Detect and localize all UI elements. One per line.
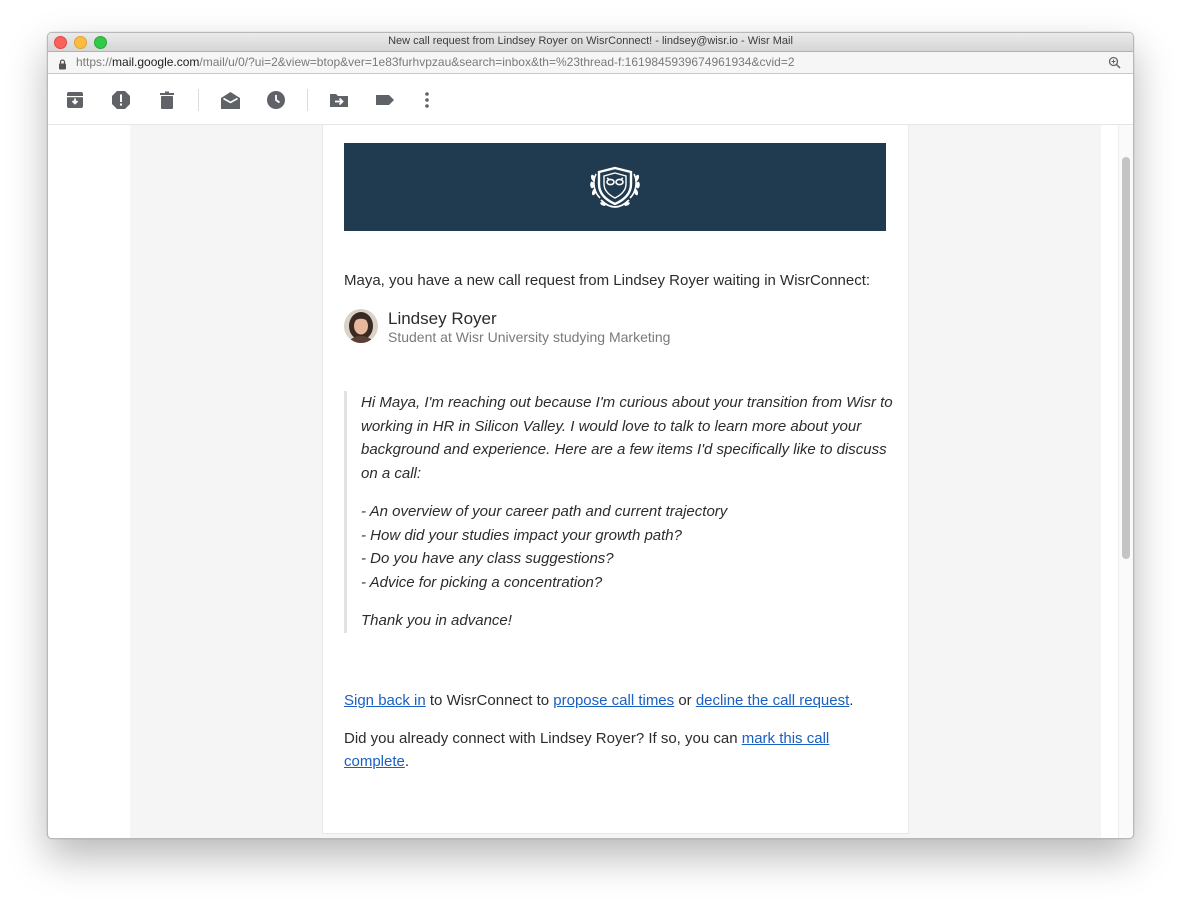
browser-window: New call request from Lindsey Royer on W… [47,32,1134,839]
lock-icon [58,57,67,75]
mail-toolbar [48,74,1133,125]
list-item: - How did your studies impact your growt… [361,526,682,544]
message-quote: Hi Maya, I'm reaching out because I'm cu… [344,391,901,633]
more-button[interactable] [416,89,438,111]
label-icon [376,95,394,105]
move-to-button[interactable] [328,89,350,111]
scrollbar-thumb[interactable] [1122,157,1130,559]
email-actions: Sign back in to WisrConnect to propose c… [344,689,884,774]
mark-unread-button[interactable] [219,89,241,111]
message-viewport: Maya, you have a new call request from L… [48,125,1133,838]
clock-icon [267,91,285,109]
decline-request-link[interactable]: decline the call request [696,692,849,709]
zoom-icon[interactable] [1108,56,1121,74]
url-path: /mail/u/0/?ui=2&view=btop&ver=1e83furhvp… [199,55,795,69]
report-spam-button[interactable] [110,89,132,111]
title-bar: New call request from Lindsey Royer on W… [48,33,1133,52]
complete-line: Did you already connect with Lindsey Roy… [344,727,884,774]
sender-subtitle: Student at Wisr University studying Mark… [388,329,671,345]
url-host: mail.google.com [112,55,200,69]
message-closing: Thank you in advance! [361,612,512,629]
list-item: - Do you have any class suggestions? [361,550,614,567]
message-intro: Hi Maya, I'm reaching out because I'm cu… [361,394,893,482]
email-card: Maya, you have a new call request from L… [322,125,909,834]
list-item: - An overview of your career path and cu… [361,503,728,520]
sender-name: Lindsey Royer [388,309,497,328]
archive-button[interactable] [64,89,86,111]
complete-text: Did you already connect with Lindsey Roy… [344,729,742,747]
action-text: to WisrConnect to [425,692,554,709]
url-scheme: https:// [76,55,113,69]
window-title: New call request from Lindsey Royer on W… [388,35,793,47]
toolbar-divider [307,89,308,111]
snooze-button[interactable] [265,89,287,111]
complete-text: . [404,753,410,770]
wisr-logo-icon [590,166,640,208]
trash-icon [160,91,174,109]
list-item: - Advice for picking a concentration? [361,573,603,591]
email-intro: Maya, you have a new call request from L… [344,272,871,289]
labels-button[interactable] [374,89,396,111]
scrollbar[interactable] [1118,125,1133,838]
sign-in-link[interactable]: Sign back in [344,692,426,709]
mark-unread-icon [220,92,240,109]
message-items: - An overview of your career path and cu… [361,500,901,594]
action-line: Sign back in to WisrConnect to propose c… [344,689,884,713]
delete-button[interactable] [156,89,178,111]
move-to-icon [330,94,348,107]
address-bar[interactable]: https://mail.google.com/mail/u/0/?ui=2&v… [48,52,1133,74]
email-banner [344,143,886,231]
report-spam-icon [112,91,130,109]
propose-call-times-link[interactable]: propose call times [553,692,674,709]
toolbar-divider [198,89,199,111]
action-text: . [849,692,854,709]
archive-icon [67,92,83,108]
avatar [344,309,378,343]
action-text: or [674,692,696,709]
url-text[interactable]: https://mail.google.com/mail/u/0/?ui=2&v… [76,55,795,69]
more-vert-icon [425,92,429,108]
